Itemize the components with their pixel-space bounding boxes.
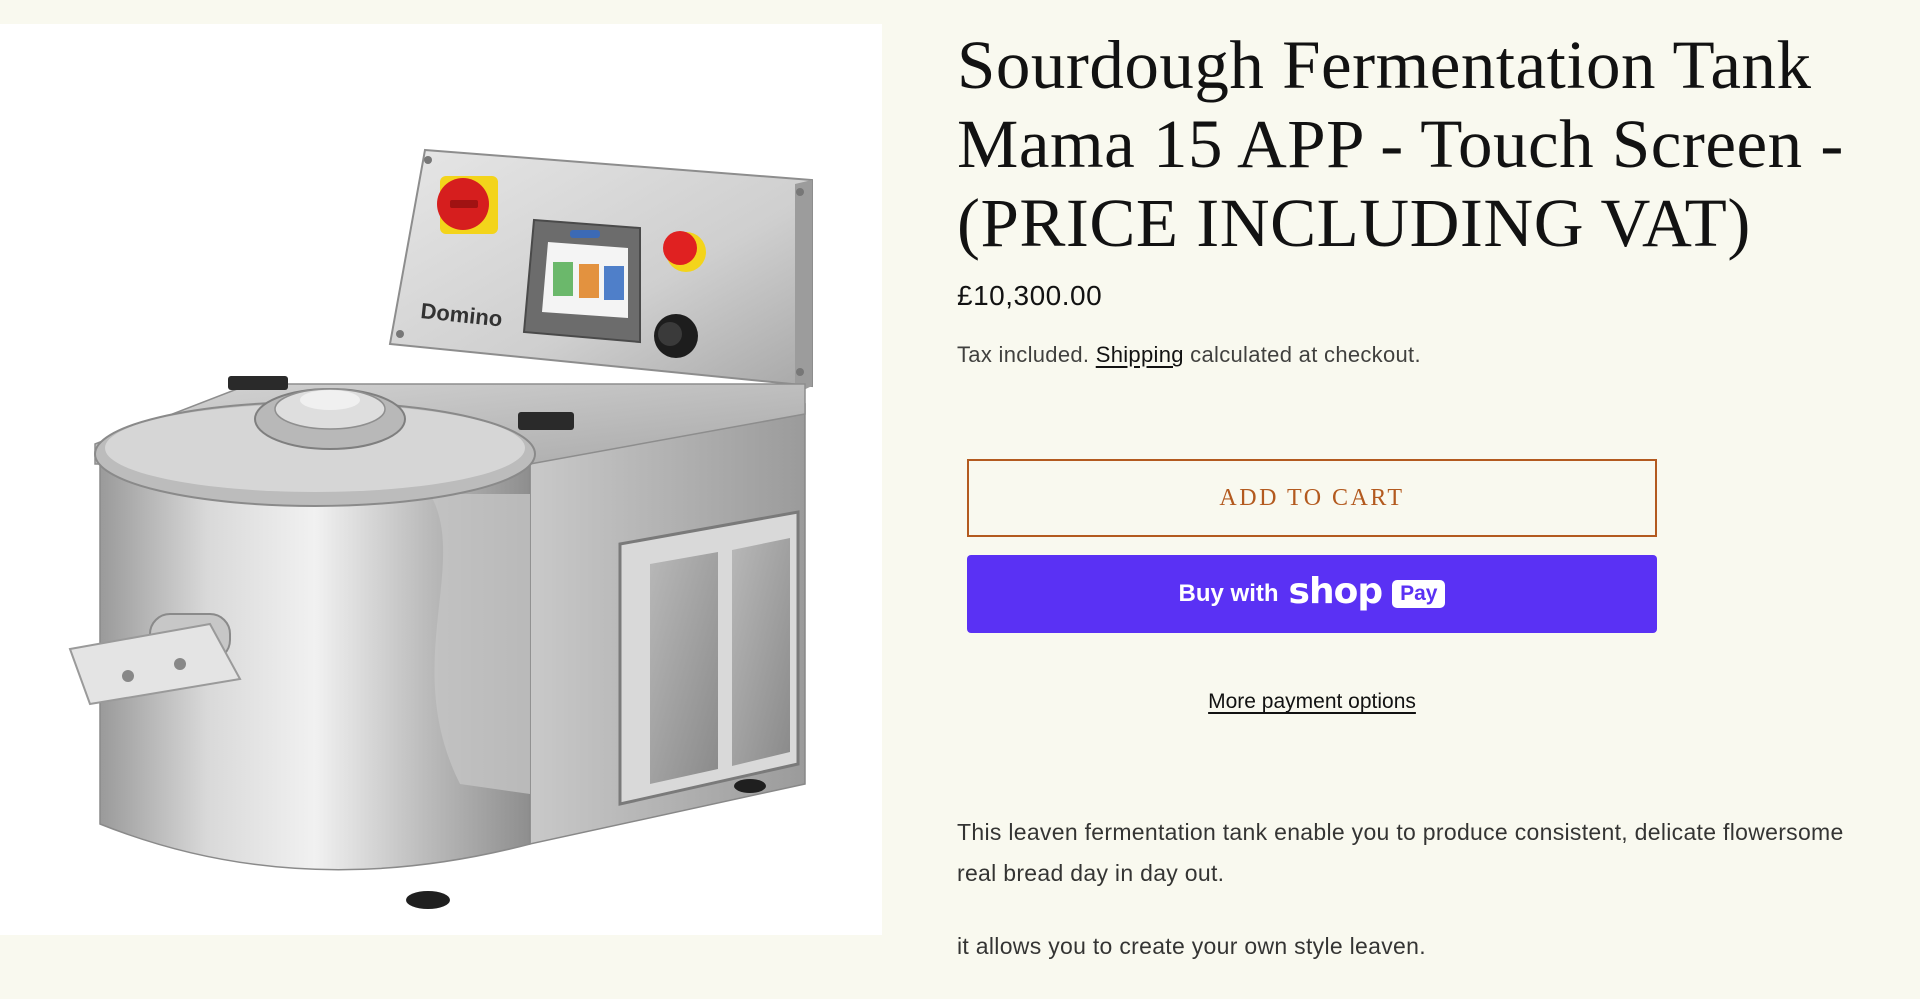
pay-badge: Pay [1392,580,1446,608]
more-payment-options-link[interactable]: More payment options [967,690,1657,714]
buy-with-label: Buy with [1178,580,1279,607]
shop-pay-button[interactable]: Buy with shop Pay [967,555,1657,633]
add-to-cart-button[interactable]: Add to cart [967,459,1657,537]
fermentation-tank-illustration: Domino [68,148,813,909]
shipping-link[interactable]: Shipping [1096,342,1184,367]
description-paragraph: This leaven fermentation tank enable you… [957,819,1844,886]
product-description: This leaven fermentation tank enable you… [957,812,1857,999]
tax-note-suffix: calculated at checkout. [1183,342,1421,367]
product-info: Sourdough Fermentation Tank Mama 15 APP … [957,26,1877,959]
touchscreen-panel-icon [522,218,641,344]
description-paragraph: it allows you to create your own style l… [957,933,1426,959]
product-image[interactable]: Domino [0,24,882,935]
shop-logo: shop [1288,571,1384,612]
control-knob-icon [654,314,698,358]
tax-note: Tax included. Shipping calculated at che… [957,342,1421,368]
vent-filter [618,510,800,806]
product-title: Sourdough Fermentation Tank Mama 15 APP … [957,27,1844,261]
emergency-stop-icon [437,176,498,234]
tax-note-prefix: Tax included. [957,342,1096,367]
product-price: £10,300.00 [957,280,1103,311]
